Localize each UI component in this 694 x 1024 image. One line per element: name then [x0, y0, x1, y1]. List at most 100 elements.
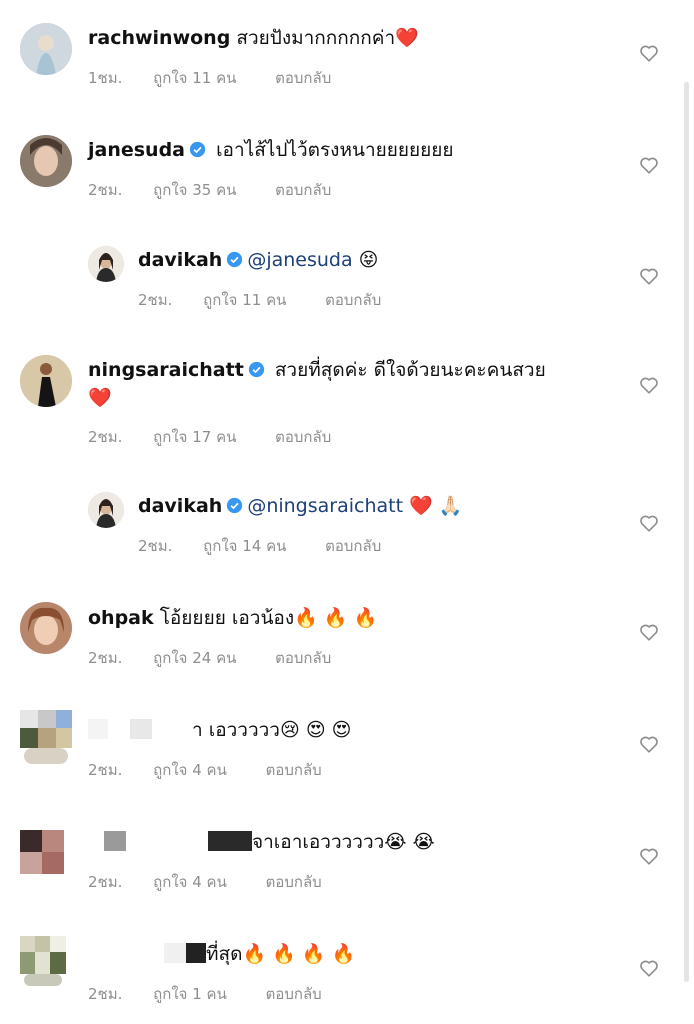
- comment-text: สวยปังมากกกกกค่า: [236, 27, 396, 49]
- likes-count[interactable]: ถูกใจ 1 คน: [153, 985, 227, 1003]
- mention-link[interactable]: @janesuda: [247, 249, 352, 271]
- likes-count[interactable]: ถูกใจ 11 คน: [153, 69, 236, 87]
- timestamp: 2ชม.: [88, 761, 123, 779]
- reply-button[interactable]: ตอบกลับ: [275, 181, 331, 199]
- timestamp: 1ชม.: [88, 69, 123, 87]
- scrollbar[interactable]: [684, 82, 689, 982]
- timestamp: 2ชม.: [88, 649, 123, 667]
- heart-outline-icon[interactable]: [638, 265, 660, 287]
- redacted-block: [104, 831, 126, 851]
- likes-count[interactable]: ถูกใจ 35 คน: [153, 181, 236, 199]
- heart-outline-icon[interactable]: [638, 845, 660, 867]
- comment-text-row-2: ❤️: [88, 384, 112, 412]
- avatar[interactable]: [20, 355, 72, 407]
- reply-button[interactable]: ตอบกลับ: [275, 69, 331, 87]
- reply-button[interactable]: ตอบกลับ: [266, 873, 322, 891]
- emoji: ❤️: [88, 387, 112, 409]
- emoji: 😢 😍 😍: [279, 719, 352, 741]
- timestamp: 2ชม.: [88, 985, 123, 1003]
- reply-button[interactable]: ตอบกลับ: [266, 761, 322, 779]
- comment-meta: 2ชม. ถูกใจ 11 คน ตอบกลับ: [138, 288, 407, 312]
- redacted-block: [108, 719, 130, 739]
- avatar-redacted[interactable]: [20, 936, 72, 988]
- heart-outline-icon[interactable]: [638, 957, 660, 979]
- comment-text: เอาไส้ไปไว้ตรงหนายยยยยยย: [216, 139, 454, 161]
- avatar-photo: [88, 492, 124, 528]
- comment-text-row: า เอววววว😢 😍 😍: [88, 716, 351, 744]
- heart-outline-icon[interactable]: [638, 42, 660, 64]
- comment-meta: 2ชม. ถูกใจ 24 คน ตอบกลับ: [88, 646, 357, 670]
- avatar[interactable]: [88, 492, 124, 528]
- likes-count[interactable]: ถูกใจ 4 คน: [153, 761, 227, 779]
- timestamp: 2ชม.: [88, 428, 123, 446]
- comment-text-row: ที่สุด🔥 🔥 🔥 🔥: [88, 940, 355, 968]
- username[interactable]: davikah: [138, 495, 222, 517]
- username[interactable]: janesuda: [88, 139, 185, 161]
- comment-text: จาเอาเอวววววว: [252, 831, 385, 853]
- username[interactable]: rachwinwong: [88, 27, 230, 49]
- username[interactable]: ningsaraichatt: [88, 359, 244, 381]
- reply-button[interactable]: ตอบกลับ: [325, 537, 381, 555]
- mention-link[interactable]: @ningsaraichatt: [247, 495, 403, 517]
- comment-text: สวยที่สุดค่ะ ดีใจด้วยนะคะคนสวย: [274, 359, 546, 381]
- emoji: 🔥 🔥 🔥: [294, 607, 378, 629]
- likes-count[interactable]: ถูกใจ 14 คน: [203, 537, 286, 555]
- reply-button[interactable]: ตอบกลับ: [266, 985, 322, 1003]
- comment-meta: 2ชม. ถูกใจ 35 คน ตอบกลับ: [88, 178, 357, 202]
- comment-meta: 2ชม. ถูกใจ 1 คน ตอบกลับ: [88, 982, 348, 1006]
- verified-badge-icon: [227, 251, 243, 268]
- reply-button[interactable]: ตอบกลับ: [275, 649, 331, 667]
- verified-badge-icon: [248, 361, 264, 378]
- avatar-photo: [20, 602, 72, 654]
- verified-badge-icon: [189, 141, 206, 158]
- redacted-block: [88, 719, 108, 739]
- redacted-block: [208, 831, 252, 851]
- avatar-photo: [20, 23, 72, 75]
- comment-text-row: rachwinwong สวยปังมากกกกกค่า❤️: [88, 24, 419, 52]
- emoji: 🔥 🔥 🔥 🔥: [242, 943, 356, 965]
- verified-badge-icon: [227, 497, 243, 514]
- avatar[interactable]: [20, 135, 72, 187]
- reply-button[interactable]: ตอบกลับ: [275, 428, 331, 446]
- comment-text-row: davikah @ningsaraichatt ❤️ 🙏🏻: [138, 492, 462, 520]
- likes-count[interactable]: ถูกใจ 4 คน: [153, 873, 227, 891]
- username[interactable]: davikah: [138, 249, 222, 271]
- comment-text-row: ningsaraichatt สวยที่สุดค่ะ ดีใจด้วยนะคะ…: [88, 356, 546, 384]
- comment-text-row: janesuda เอาไส้ไปไว้ตรงหนายยยยยยย: [88, 136, 454, 164]
- likes-count[interactable]: ถูกใจ 11 คน: [203, 291, 286, 309]
- comment-meta: 2ชม. ถูกใจ 4 คน ตอบกลับ: [88, 758, 348, 782]
- comment-text-row: จาเอาเอวววววว😭 😭: [88, 828, 435, 856]
- likes-count[interactable]: ถูกใจ 24 คน: [153, 649, 236, 667]
- comment-meta: 2ชม. ถูกใจ 4 คน ตอบกลับ: [88, 870, 348, 894]
- heart-outline-icon[interactable]: [638, 154, 660, 176]
- avatar[interactable]: [88, 246, 124, 282]
- comment-meta: 2ชม. ถูกใจ 17 คน ตอบกลับ: [88, 425, 357, 449]
- redacted-block: [152, 719, 192, 739]
- redacted-block: [130, 719, 152, 739]
- emoji: ❤️: [395, 27, 419, 49]
- emoji: 😝: [358, 249, 379, 271]
- avatar[interactable]: [20, 23, 72, 75]
- redacted-block: [186, 943, 206, 963]
- timestamp: 2ชม.: [88, 181, 123, 199]
- redacted-block: [126, 831, 208, 851]
- comment-text-row: davikah @janesuda 😝: [138, 246, 378, 274]
- reply-button[interactable]: ตอบกลับ: [325, 291, 381, 309]
- timestamp: 2ชม.: [88, 873, 123, 891]
- avatar-redacted[interactable]: [20, 830, 72, 882]
- likes-count[interactable]: ถูกใจ 17 คน: [153, 428, 236, 446]
- avatar[interactable]: [20, 602, 72, 654]
- heart-outline-icon[interactable]: [638, 374, 660, 396]
- redacted-block: [164, 943, 186, 963]
- avatar-photo: [20, 135, 72, 187]
- redacted-block: [88, 943, 164, 963]
- comment-text-row: ohpak โอ้ยยยย เอวน้อง🔥 🔥 🔥: [88, 604, 377, 632]
- heart-outline-icon[interactable]: [638, 512, 660, 534]
- redacted-block: [88, 831, 104, 851]
- comment-text: า เอววววว: [192, 719, 280, 741]
- heart-outline-icon[interactable]: [638, 621, 660, 643]
- username[interactable]: ohpak: [88, 607, 154, 629]
- heart-outline-icon[interactable]: [638, 733, 660, 755]
- comment-meta: 1ชม. ถูกใจ 11 คน ตอบกลับ: [88, 66, 357, 90]
- avatar-redacted[interactable]: [20, 710, 72, 764]
